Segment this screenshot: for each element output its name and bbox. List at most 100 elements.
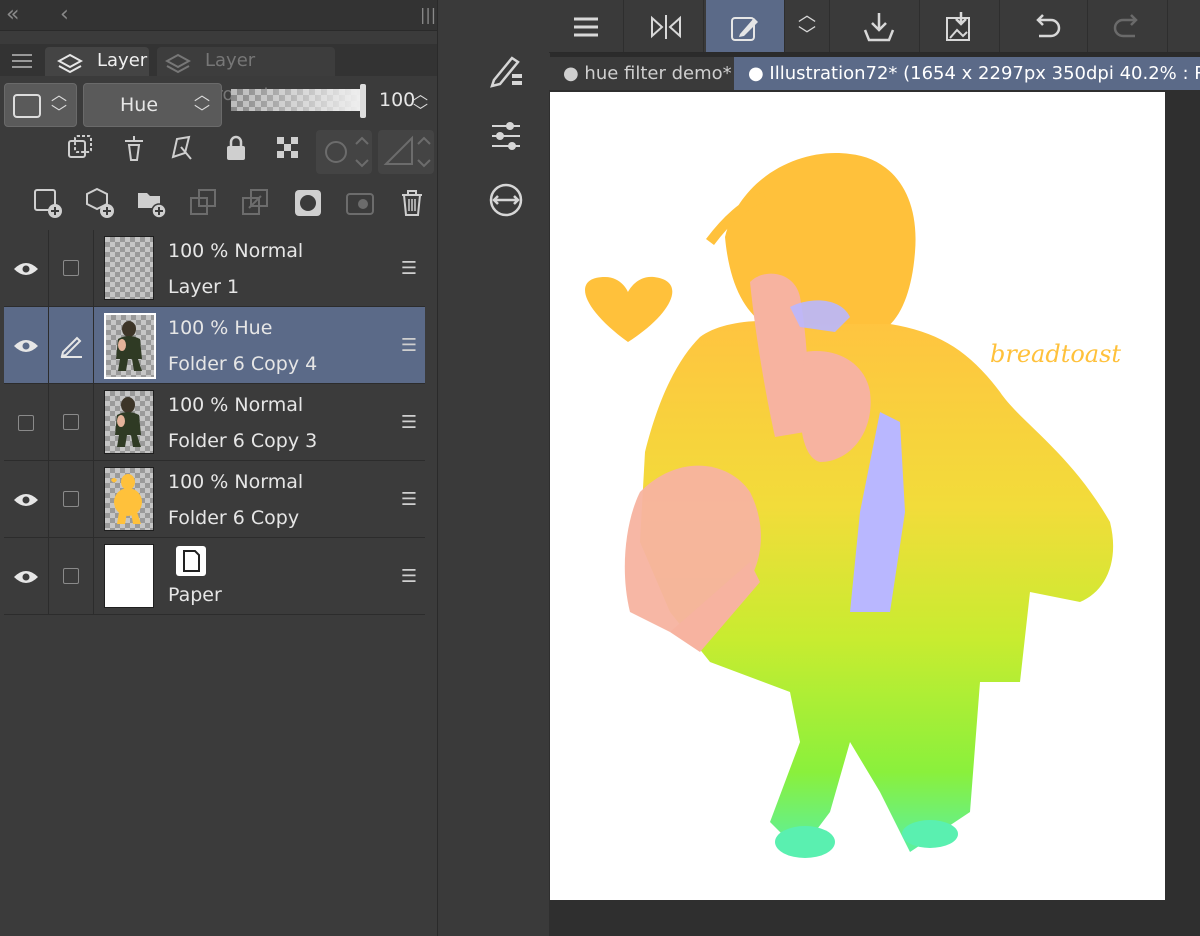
- redo-icon[interactable]: [1087, 0, 1168, 52]
- clip-layer-icon[interactable]: [62, 133, 98, 169]
- layer-thumbnail: [104, 313, 156, 379]
- side-tool-strip: [437, 0, 550, 936]
- edit-checkbox[interactable]: [63, 414, 79, 430]
- layer-list: 100 % Normal Layer 1 ☰ 100 % Hue Folder …: [4, 230, 425, 615]
- opacity-stepper-icon[interactable]: ︿ ﹀: [413, 86, 428, 120]
- delete-layer-icon[interactable]: [394, 186, 430, 222]
- grip-icon[interactable]: |||: [420, 0, 436, 30]
- layer-name: Folder 6 Copy: [168, 507, 300, 529]
- tab-layer[interactable]: Layer: [45, 47, 149, 76]
- layer-name: Folder 6 Copy 4: [168, 353, 318, 375]
- back-icon[interactable]: ‹: [60, 0, 69, 30]
- new-raster-layer-icon[interactable]: [30, 186, 66, 222]
- lock-transparency-icon[interactable]: [270, 133, 306, 169]
- layer-thumbnail: [104, 467, 154, 531]
- merge-layer-icon[interactable]: [186, 186, 222, 222]
- layer-menu-icon[interactable]: ☰: [401, 335, 417, 356]
- layers-icon: [57, 53, 83, 74]
- new-vector-layer-icon[interactable]: [82, 186, 118, 222]
- layer-name: Paper: [168, 584, 222, 606]
- layer-color-icon: [13, 94, 41, 118]
- lock-icon[interactable]: [218, 133, 254, 169]
- layer-menu-icon[interactable]: ☰: [401, 258, 417, 279]
- layer-row-layer-1[interactable]: 100 % Normal Layer 1 ☰: [4, 230, 425, 307]
- blend-mode-select[interactable]: Hue ︿ ﹀: [83, 83, 222, 127]
- tab-layer-label: Layer: [97, 50, 148, 71]
- panel-tabs: Layer Layer Property: [0, 44, 437, 105]
- save-icon[interactable]: [839, 0, 920, 52]
- panel-menu-icon[interactable]: [12, 50, 32, 72]
- layer-row-folder-6-copy-4[interactable]: 100 % Hue Folder 6 Copy 4 ☰: [4, 307, 425, 384]
- heart-shape: [585, 276, 673, 342]
- visibility-checkbox[interactable]: [18, 415, 34, 431]
- layer-thumbnail: [104, 390, 154, 454]
- artwork-canvas[interactable]: breadtoast: [550, 92, 1165, 900]
- document-tabs: ● hue filter demo* ● Illustration72* (16…: [549, 57, 1200, 90]
- visibility-eye-icon[interactable]: [4, 538, 49, 614]
- eyedropper-icon[interactable]: [706, 0, 785, 52]
- layer-name: Folder 6 Copy 3: [168, 430, 318, 452]
- combine-layer-icon[interactable]: [238, 186, 274, 222]
- ruler-toggle-icon[interactable]: [378, 130, 434, 174]
- visibility-toggle-cell[interactable]: [4, 384, 49, 460]
- layer-mask-icon[interactable]: [290, 186, 326, 222]
- doc-tab-illustration72[interactable]: ● Illustration72* (1654 x 2297px 350dpi …: [734, 57, 1200, 90]
- tab-layer-property[interactable]: Layer Property: [157, 47, 335, 105]
- layer-row-paper[interactable]: Paper ☰: [4, 538, 425, 615]
- panel-topbar: « ‹ ||| » « ›: [0, 0, 535, 31]
- new-folder-icon[interactable]: [134, 186, 170, 222]
- edit-target-cell[interactable]: [49, 461, 94, 537]
- doc-tab-label: ● Illustration72* (1654 x 2297px 350dpi …: [748, 63, 1200, 84]
- layer-menu-icon[interactable]: ☰: [401, 489, 417, 510]
- color-mode-select[interactable]: ︿ ﹀: [4, 83, 77, 127]
- visibility-eye-icon[interactable]: [4, 230, 49, 306]
- signature-text: breadtoast: [990, 340, 1121, 368]
- layer-opacity-mode: 100 % Normal: [168, 394, 304, 416]
- artwork-illustration: breadtoast: [585, 153, 1121, 858]
- blend-stepper-icon: ︿ ﹀: [194, 85, 211, 122]
- layer-name: Layer 1: [168, 276, 240, 298]
- paper-thumbnail: [104, 544, 154, 608]
- undo-icon[interactable]: [1007, 0, 1088, 52]
- sub-tool-icon[interactable]: [486, 50, 526, 94]
- navigator-icon[interactable]: [486, 180, 526, 224]
- paper-layer-icon: [176, 546, 206, 576]
- opacity-value[interactable]: 100: [379, 89, 415, 111]
- edit-target-cell[interactable]: [49, 538, 94, 614]
- layer-row-folder-6-copy-3[interactable]: 100 % Normal Folder 6 Copy 3 ☰: [4, 384, 425, 461]
- reference-layer-icon[interactable]: [116, 133, 152, 169]
- blend-mode-value: Hue: [119, 94, 159, 116]
- command-bar: ︿ ﹀: [549, 0, 1200, 53]
- edit-target-cell[interactable]: [49, 384, 94, 460]
- layer-property-icon: [165, 53, 191, 74]
- draft-layer-icon[interactable]: [164, 133, 200, 169]
- stepper-icon[interactable]: ︿ ﹀: [785, 0, 830, 52]
- layer-row-folder-6-copy[interactable]: 100 % Normal Folder 6 Copy ☰: [4, 461, 425, 538]
- edit-checkbox[interactable]: [63, 568, 79, 584]
- edit-pencil-cell[interactable]: [49, 307, 94, 383]
- layer-menu-icon[interactable]: ☰: [401, 566, 417, 587]
- edit-checkbox[interactable]: [63, 491, 79, 507]
- export-image-icon[interactable]: [919, 0, 1000, 52]
- doc-tab-hue-filter-demo[interactable]: ● hue filter demo*: [549, 57, 745, 90]
- visibility-eye-icon[interactable]: [4, 307, 49, 383]
- visibility-eye-icon[interactable]: [4, 461, 49, 537]
- layer-opacity-mode: 100 % Normal: [168, 240, 304, 262]
- main-menu-icon[interactable]: [549, 0, 624, 52]
- apply-mask-icon[interactable]: [342, 186, 378, 222]
- edit-target-cell[interactable]: [49, 230, 94, 306]
- layer-thumbnail: [104, 236, 154, 300]
- layer-menu-icon[interactable]: ☰: [401, 412, 417, 433]
- layer-opacity-mode: 100 % Normal: [168, 471, 304, 493]
- mask-toggle-icon[interactable]: [316, 130, 372, 174]
- tool-property-icon[interactable]: [486, 116, 526, 160]
- edit-checkbox[interactable]: [63, 260, 79, 276]
- layer-opacity-mode: 100 % Hue: [168, 317, 273, 339]
- doc-tab-label: ● hue filter demo*: [563, 63, 732, 84]
- flip-horizontal-icon[interactable]: [629, 0, 704, 52]
- collapse-left-icon[interactable]: «: [6, 0, 19, 30]
- stepper-icon: ︿ ﹀: [51, 85, 68, 122]
- opacity-slider[interactable]: [231, 89, 363, 111]
- pencil-icon: [60, 336, 82, 358]
- opacity-slider-handle[interactable]: [360, 84, 366, 118]
